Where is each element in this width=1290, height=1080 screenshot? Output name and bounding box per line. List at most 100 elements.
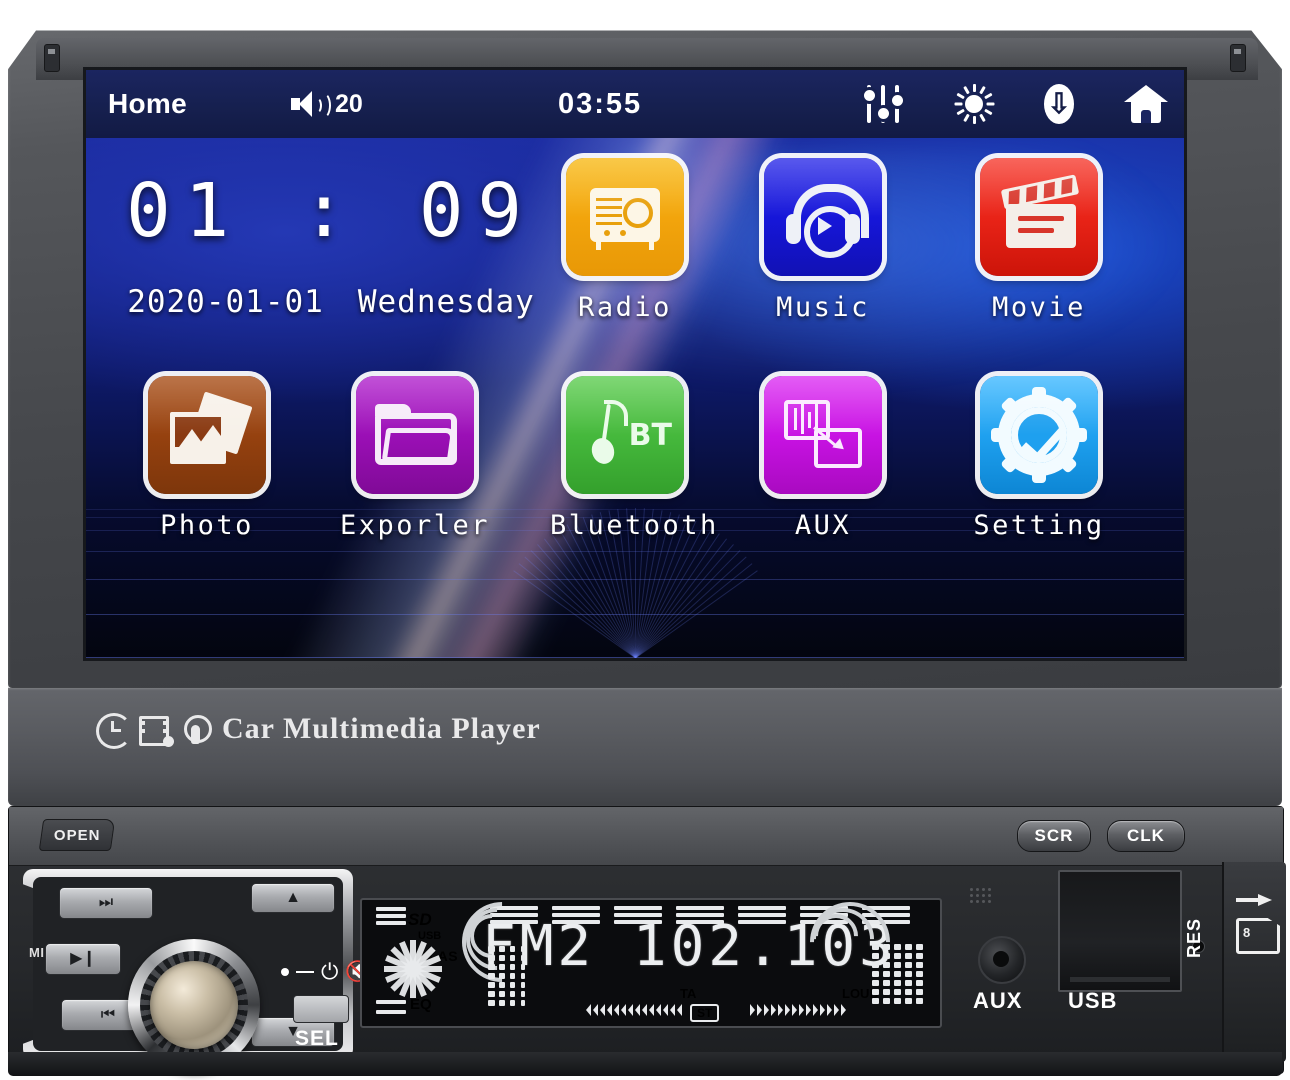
lcd-tick [499, 973, 505, 979]
speaker-hole [982, 900, 985, 903]
panel-bottom-edge [8, 1052, 1282, 1076]
insert-arrow-icon [1236, 894, 1276, 906]
lcd-tick [916, 971, 923, 977]
clk-label: CLK [1127, 826, 1165, 845]
lcd-tick [905, 944, 912, 950]
lcd-tick [905, 989, 912, 995]
bluetooth-icon[interactable]: ⇩ [1044, 84, 1074, 124]
lcd-tick [521, 973, 525, 979]
touchscreen[interactable]: Home 20 03:55 ⇩ 01: 09 2020-01-01 Wedne… [86, 70, 1184, 658]
lcd-display: SD USB CLAS EQ TA LOUD ST FM2 102.103 [360, 898, 942, 1028]
lcd-dash [376, 907, 406, 911]
app-movie[interactable]: Movie [964, 158, 1114, 323]
lcd-chevron [827, 1004, 832, 1016]
app-label: Movie [992, 292, 1086, 323]
volume-indicator[interactable]: 20 [291, 90, 363, 119]
lcd-chevron [677, 1004, 682, 1016]
radio-icon [566, 158, 684, 276]
speaker-hole [976, 900, 979, 903]
sd-slot-panel[interactable]: 8 [1222, 862, 1286, 1062]
next-track-button[interactable]: ⏭ [59, 887, 153, 919]
lcd-tick [499, 964, 505, 970]
lcd-chevron [785, 1004, 790, 1016]
status-icon-group: ⇩ [863, 84, 1168, 124]
lcd-dash [676, 920, 724, 924]
lcd-dash [552, 913, 600, 917]
lcd-chevron [649, 1004, 654, 1016]
brightness-ray [973, 84, 976, 92]
lcd-dash [376, 1000, 406, 1004]
app-photo[interactable]: Photo [132, 376, 282, 541]
app-label: Setting [973, 510, 1105, 541]
screen-clip-right [1230, 44, 1246, 72]
brightness-icon[interactable] [954, 84, 995, 124]
home-icon[interactable] [1124, 85, 1168, 123]
gear-check-icon [980, 376, 1098, 494]
lcd-dash [614, 913, 662, 917]
app-exporler[interactable]: Exporler [340, 376, 490, 541]
speaker-hole [988, 900, 991, 903]
lcd-tick [872, 953, 879, 959]
lcd-tick [521, 982, 525, 988]
sel-button[interactable] [293, 995, 349, 1023]
aux-jack[interactable] [978, 936, 1026, 984]
speaker-hole [970, 900, 973, 903]
power-mute-icon[interactable]: ⏻ 🔇 [281, 961, 370, 983]
app-label: Photo [160, 510, 254, 541]
clk-button[interactable]: CLK [1107, 820, 1185, 852]
status-home-label[interactable]: Home [108, 88, 187, 120]
usb-slot[interactable] [1058, 870, 1182, 992]
lcd-tick [916, 989, 923, 995]
lcd-tick [521, 964, 525, 970]
app-bluetooth[interactable]: BT Bluetooth [550, 376, 716, 541]
lcd-tick [916, 998, 923, 1004]
up-button[interactable]: ▲ [251, 883, 335, 913]
app-radio[interactable]: Radio [550, 158, 700, 323]
lcd-chevron [614, 1004, 619, 1016]
app-music[interactable]: Music [748, 158, 898, 323]
app-aux[interactable]: AUX [748, 376, 898, 541]
lcd-tick [510, 1000, 515, 1006]
open-button[interactable]: OPEN [38, 819, 116, 851]
bt-text: BT [628, 418, 672, 453]
lcd-dash [552, 920, 600, 924]
lcd-tick [883, 944, 890, 950]
lcd-tick [894, 953, 901, 959]
brightness-ray [973, 116, 976, 124]
app-setting[interactable]: Setting [964, 376, 1114, 541]
open-label: OPEN [53, 826, 101, 844]
lcd-dash [738, 913, 786, 917]
prev-track-icon: ⏮ [100, 1006, 116, 1023]
clapboard-icon [980, 158, 1098, 276]
play-pause-button[interactable]: ▶❙ [45, 943, 121, 975]
lcd-dash [676, 906, 724, 910]
lcd-eq-indicator: EQ [410, 996, 432, 1013]
volume-value: 20 [335, 89, 363, 118]
lcd-dash [376, 921, 406, 925]
power-glyph: ⏻ [321, 959, 339, 984]
lcd-chevron [586, 1004, 591, 1016]
lcd-chevron [771, 1004, 776, 1016]
film-music-icon [138, 713, 174, 747]
lcd-tick [905, 998, 912, 1004]
lcd-tick [488, 964, 495, 970]
scr-button[interactable]: SCR [1017, 820, 1091, 852]
port-area: AUX USB RES 8 [940, 862, 1286, 1072]
lcd-tick [488, 982, 495, 988]
aux-icon [764, 376, 882, 494]
speaker-icon [291, 91, 331, 119]
brightness-ray [963, 85, 970, 95]
lcd-tick [872, 971, 879, 977]
brightness-ray [979, 113, 986, 123]
lcd-chevron [635, 1004, 640, 1016]
lcd-chevron [642, 1004, 647, 1016]
lcd-chevron [841, 1004, 846, 1016]
lcd-dash [376, 1010, 406, 1014]
lcd-chevron [607, 1004, 612, 1016]
speaker-hole [970, 888, 973, 891]
equalizer-icon[interactable] [863, 85, 904, 123]
lcd-tick [521, 946, 525, 952]
usb-label: USB [1068, 988, 1118, 1013]
up-icon: ▲ [285, 889, 301, 906]
sel-label: SEL [295, 1027, 339, 1050]
